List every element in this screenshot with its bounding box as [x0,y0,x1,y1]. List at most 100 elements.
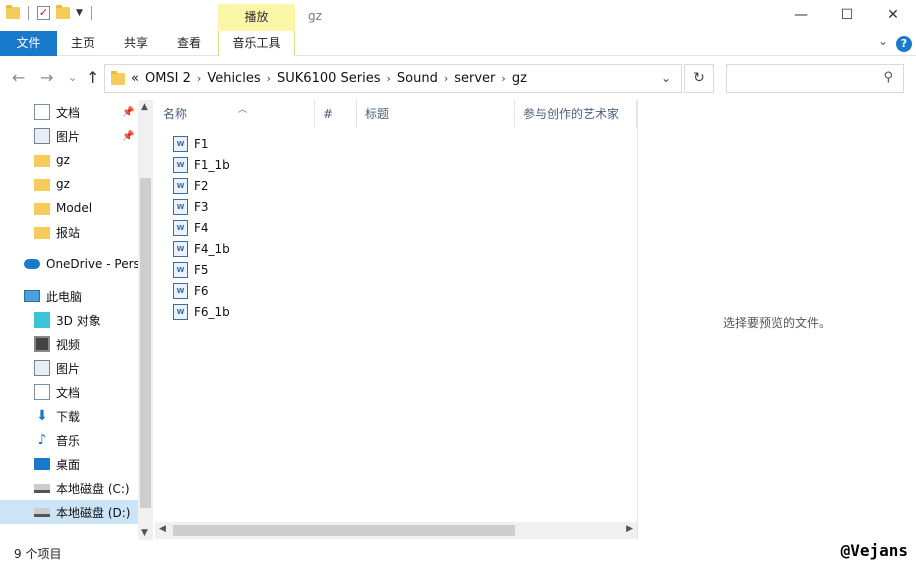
sidebar-item-drive-d[interactable]: 本地磁盘 (D:) [0,500,138,524]
toolbar-separator [90,6,92,20]
address-dropdown-chevron-icon[interactable]: ⌄ [661,71,671,85]
sidebar-item-this-pc[interactable]: 此电脑 [0,284,138,308]
sidebar-item-onedrive[interactable]: OneDrive - Pers [0,252,138,276]
sidebar-item-pictures-pinned[interactable]: 图片 📌 [0,124,138,148]
breadcrumb-overflow[interactable]: « [131,71,139,86]
file-name: F6_1b [194,304,230,319]
forward-arrow-icon[interactable]: → [40,68,53,87]
3d-objects-icon [34,312,50,328]
breadcrumb-suk6100[interactable]: SUK6100 Series [277,71,381,86]
sidebar-item-model[interactable]: Model [0,196,138,220]
minimize-button[interactable]: — [778,0,824,31]
tab-music-tools[interactable]: 音乐工具 [218,31,295,56]
maximize-button[interactable]: ☐ [824,0,870,31]
file-name: F2 [194,178,209,193]
list-item[interactable]: W F6_1b [173,301,230,322]
list-item[interactable]: W F4_1b [173,238,230,259]
sidebar-item-label: 图片 [56,361,81,376]
document-icon [34,384,50,400]
sidebar-item-desktop[interactable]: 桌面 [0,452,138,476]
folder-icon [34,203,50,215]
breadcrumb-omsi2[interactable]: OMSI 2 [145,71,191,86]
context-tab-play[interactable]: 播放 [218,4,295,31]
breadcrumb-chevron-icon[interactable]: › [501,72,505,85]
scrollbar-thumb[interactable] [140,178,151,508]
sidebar-item-videos[interactable]: 视频 [0,332,138,356]
expand-ribbon-chevron-icon[interactable]: ⌄ [878,34,888,48]
column-header-name[interactable]: 名称 ︿ [155,100,315,128]
help-icon[interactable]: ? [896,36,912,52]
list-item[interactable]: W F2 [173,175,209,196]
recent-locations-chevron-icon[interactable]: ⌄ [68,71,77,84]
back-arrow-icon[interactable]: ← [12,68,25,87]
wav-file-icon: W [173,219,188,236]
scrollbar-thumb[interactable] [173,525,515,536]
close-button[interactable]: ✕ [870,0,916,31]
sidebar-item-gz[interactable]: gz [0,148,138,172]
breadcrumb-gz[interactable]: gz [512,71,527,86]
column-header-title[interactable]: 标题 [357,100,515,128]
refresh-button[interactable]: ↻ [684,64,714,93]
toolbar-separator [28,6,29,20]
sidebar-item-documents-pinned[interactable]: 文档 📌 [0,100,138,124]
onedrive-icon [24,259,40,269]
tab-file[interactable]: 文件 [0,31,57,56]
sidebar-item-label: 此电脑 [46,289,83,304]
scroll-up-arrow-icon[interactable]: ▲ [141,102,148,112]
breadcrumb-chevron-icon[interactable]: › [444,72,448,85]
tab-home[interactable]: 主页 [57,31,109,56]
pin-icon[interactable]: 📌 [122,131,134,142]
search-input[interactable]: ⚲ [726,64,904,93]
scroll-right-arrow-icon[interactable]: ▶ [626,524,633,534]
sidebar-item-label: Model [56,201,93,215]
new-folder-icon[interactable] [56,5,70,19]
horizontal-scrollbar[interactable]: ◀ ▶ [155,522,637,539]
tab-share[interactable]: 共享 [110,31,162,56]
list-item[interactable]: W F1_1b [173,154,230,175]
scroll-down-arrow-icon[interactable]: ▼ [141,528,148,538]
breadcrumb-chevron-icon[interactable]: › [267,72,271,85]
breadcrumb-server[interactable]: server [454,71,495,86]
sidebar-item-label: 音乐 [56,433,81,448]
sidebar-item-3d-objects[interactable]: 3D 对象 [0,308,138,332]
customize-toolbar-chevron-icon[interactable]: ▼ [76,8,83,18]
sidebar-item-label: 本地磁盘 (D:) [56,505,131,520]
preview-pane: 选择要预览的文件。 [638,100,916,540]
file-name: F5 [194,262,209,277]
address-bar[interactable]: « OMSI 2 › Vehicles › SUK6100 Series › S… [104,64,682,93]
document-icon [34,104,50,120]
refresh-icon: ↻ [693,70,705,86]
up-arrow-icon[interactable]: ↑ [86,68,99,87]
search-icon: ⚲ [883,70,893,85]
sidebar-item-label: 3D 对象 [56,313,101,328]
column-header-track-number[interactable]: # [315,100,357,128]
sidebar-item-pictures[interactable]: 图片 [0,356,138,380]
pin-icon[interactable]: 📌 [122,107,134,118]
sidebar-item-gz-2[interactable]: gz [0,172,138,196]
navigation-bar: ← → ⌄ ↑ « OMSI 2 › Vehicles › SUK6100 Se… [0,56,916,100]
folder-icon[interactable] [6,5,20,19]
sidebar-item-downloads[interactable]: ⬇ 下载 [0,404,138,428]
sidebar-item-music[interactable]: ♪ 音乐 [0,428,138,452]
sidebar-item-documents[interactable]: 文档 [0,380,138,404]
folder-icon [34,227,50,239]
file-name: F1 [194,136,209,151]
sidebar-item-label: 文档 [56,105,81,120]
sidebar-item-baozhan[interactable]: 报站 [0,220,138,244]
list-item[interactable]: W F4 [173,217,209,238]
tab-view[interactable]: 查看 [163,31,215,56]
list-item[interactable]: W F1 [173,133,209,154]
list-item[interactable]: W F5 [173,259,209,280]
breadcrumb-vehicles[interactable]: Vehicles [207,71,260,86]
sidebar-item-drive-c[interactable]: 本地磁盘 (C:) [0,476,138,500]
properties-check-icon[interactable]: ✓ [37,6,50,20]
column-header-contributing-artists[interactable]: 参与创作的艺术家 [515,100,637,128]
breadcrumb-sound[interactable]: Sound [397,71,438,86]
list-item[interactable]: W F3 [173,196,209,217]
breadcrumb-chevron-icon[interactable]: › [197,72,201,85]
item-count: 9 个项目 [14,547,62,561]
scroll-left-arrow-icon[interactable]: ◀ [159,524,166,534]
breadcrumb-chevron-icon[interactable]: › [387,72,391,85]
list-item[interactable]: W F6 [173,280,209,301]
sidebar-scrollbar[interactable]: ▲ ▼ [138,100,153,540]
